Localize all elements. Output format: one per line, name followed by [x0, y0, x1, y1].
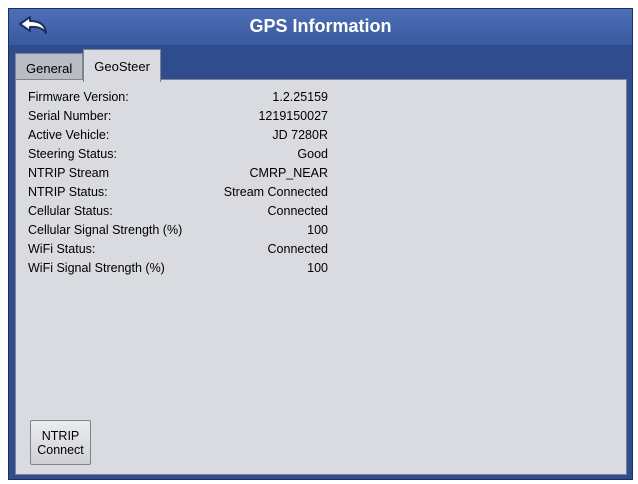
info-value: 100 — [307, 223, 328, 237]
info-row-firmware-version: Firmware Version: 1.2.25159 — [28, 88, 328, 107]
info-label: WiFi Signal Strength (%) — [28, 261, 165, 275]
info-label: Firmware Version: — [28, 90, 129, 104]
info-row-steering-status: Steering Status: Good — [28, 145, 328, 164]
info-value: CMRP_NEAR — [249, 166, 329, 180]
info-label: Cellular Status: — [28, 204, 113, 218]
info-row-cellular-status: Cellular Status: Connected — [28, 202, 328, 221]
tab-geosteer[interactable]: GeoSteer — [83, 49, 161, 82]
info-value: 100 — [307, 261, 328, 275]
info-row-ntrip-stream: NTRIP Stream CMRP_NEAR — [28, 164, 328, 183]
info-row-wifi-status: WiFi Status: Connected — [28, 240, 328, 259]
info-row-active-vehicle: Active Vehicle: JD 7280R — [28, 126, 328, 145]
info-label: Serial Number: — [28, 109, 112, 123]
info-value: Good — [297, 147, 328, 161]
ntrip-connect-button[interactable]: NTRIP Connect — [30, 420, 91, 465]
geosteer-panel: Firmware Version: 1.2.25159 Serial Numbe… — [15, 79, 627, 475]
title-bar: GPS Information — [9, 9, 632, 45]
info-list: Firmware Version: 1.2.25159 Serial Numbe… — [28, 88, 328, 278]
info-value: Stream Connected — [223, 185, 328, 199]
info-label: NTRIP Status: — [28, 185, 108, 199]
info-label: Steering Status: — [28, 147, 117, 161]
info-row-cellular-signal-strength: Cellular Signal Strength (%) 100 — [28, 221, 328, 240]
info-value: 1219150027 — [258, 109, 328, 123]
info-label: Cellular Signal Strength (%) — [28, 223, 183, 237]
info-value: JD 7280R — [272, 128, 328, 142]
info-row-ntrip-status: NTRIP Status: Stream Connected — [28, 183, 328, 202]
page-title: GPS Information — [249, 16, 392, 36]
gps-information-window: GPS Information General GeoSteer Firmwar… — [8, 8, 633, 480]
info-label: NTRIP Stream — [28, 166, 110, 180]
info-value: 1.2.25159 — [272, 90, 328, 104]
info-label: Active Vehicle: — [28, 128, 110, 142]
info-row-wifi-signal-strength: WiFi Signal Strength (%) 100 — [28, 259, 328, 278]
info-label: WiFi Status: — [28, 242, 96, 256]
info-row-serial-number: Serial Number: 1219150027 — [28, 107, 328, 126]
info-value: Connected — [267, 204, 328, 218]
ntrip-connect-label-line2: Connect — [37, 442, 84, 457]
info-value: Connected — [267, 242, 328, 256]
tab-general[interactable]: General — [15, 53, 84, 82]
ntrip-connect-label-line1: NTRIP — [41, 428, 80, 443]
tab-bar: General GeoSteer — [15, 49, 161, 82]
